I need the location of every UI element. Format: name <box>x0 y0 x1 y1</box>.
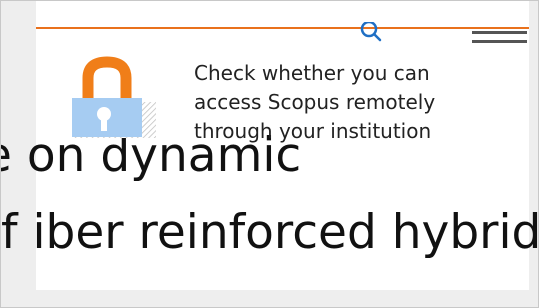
article-title-line-2: f iber reinforced hybrid <box>1 205 539 260</box>
header-accent-bar <box>36 27 529 29</box>
menu-icon[interactable] <box>472 31 527 47</box>
search-icon[interactable] <box>356 22 386 46</box>
open-lock-icon <box>72 56 156 138</box>
remote-access-line-1: Check whether you can <box>194 61 430 85</box>
remote-access-message[interactable]: Check whether you can access Scopus remo… <box>194 59 474 146</box>
remote-access-line-2: access Scopus remotely <box>194 90 436 114</box>
browser-viewport: e on dynamic f iber reinforced hybrid Ch… <box>0 0 539 308</box>
remote-access-line-3: through your institution <box>194 119 432 143</box>
